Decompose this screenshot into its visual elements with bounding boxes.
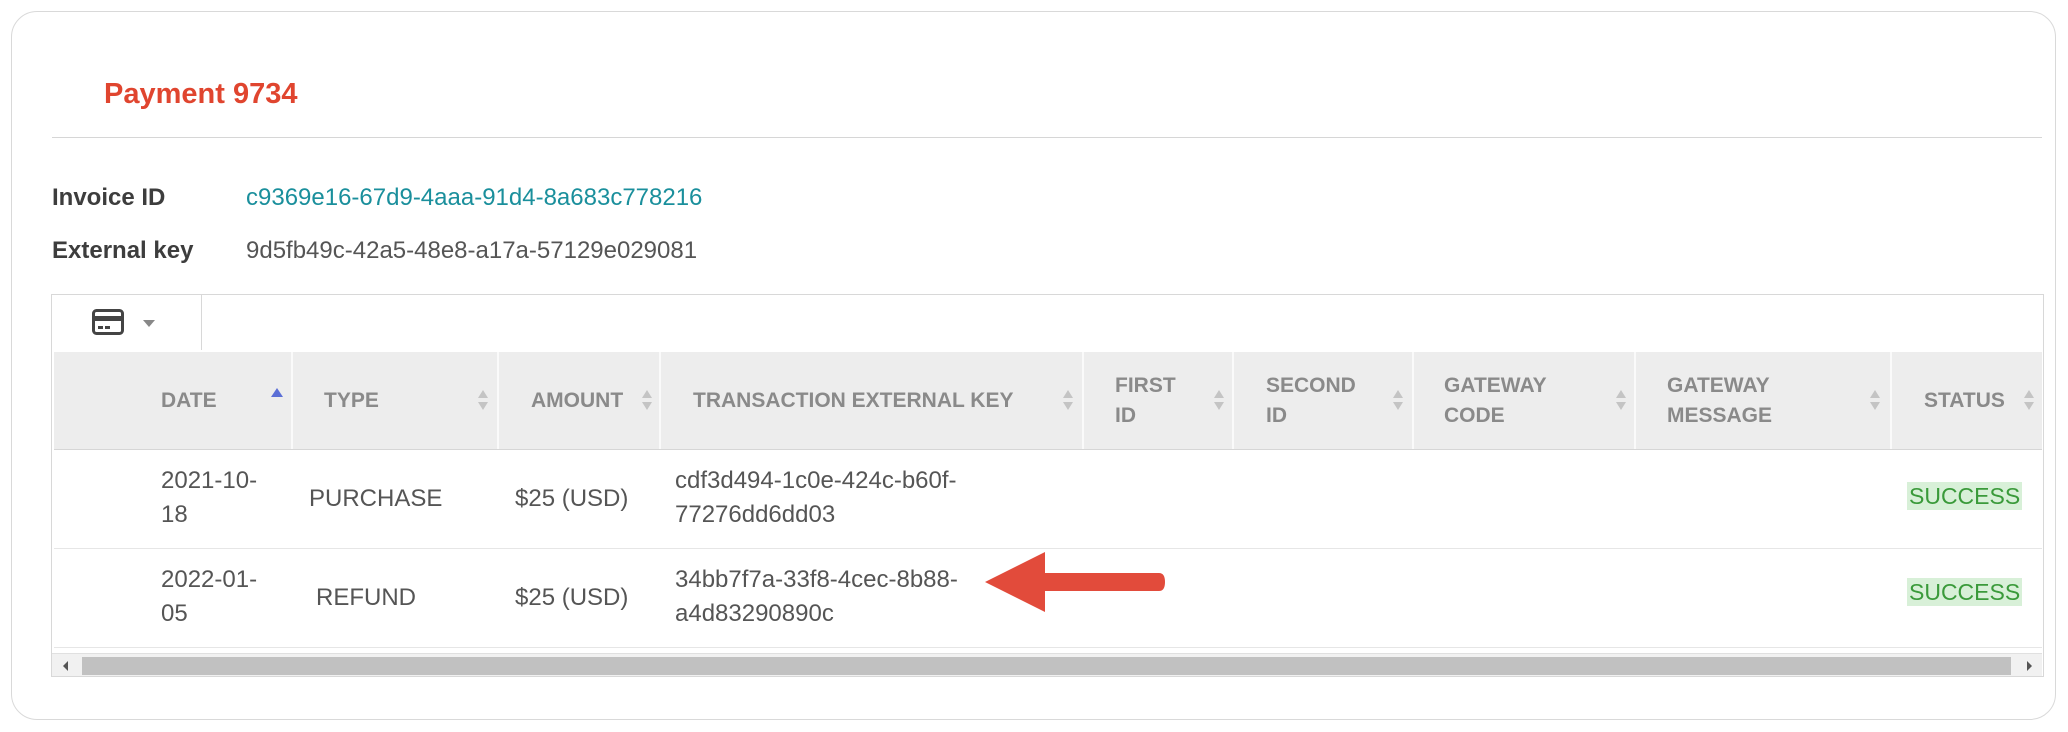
- column-header-type[interactable]: TYPE: [293, 352, 499, 449]
- column-header-second-id[interactable]: SECOND ID: [1234, 352, 1414, 449]
- transactions-table: DATE TYPE AMOUNT TRANSACTION EXTERNAL KE…: [51, 294, 2044, 677]
- column-header-label: MESSAGE: [1667, 404, 1773, 427]
- cell-amount: $25 (USD): [515, 485, 629, 512]
- sort-ascending-icon: [271, 388, 283, 397]
- cell-date: 05: [161, 600, 188, 627]
- red-arrow-icon: [985, 552, 1165, 612]
- scroll-right-icon: [2027, 661, 2032, 671]
- scroll-thumb[interactable]: [82, 657, 2011, 675]
- column-header-amount[interactable]: AMOUNT: [499, 352, 661, 449]
- column-header-transaction-external-key[interactable]: TRANSACTION EXTERNAL KEY: [661, 352, 1084, 449]
- cell-transaction-key: cdf3d494-1c0e-424c-b60f-: [675, 467, 957, 494]
- column-header-gateway-message[interactable]: GATEWAY MESSAGE: [1636, 352, 1892, 449]
- external-key-label: External key: [52, 237, 194, 264]
- cell-type: REFUND: [316, 584, 416, 611]
- credit-card-icon: [92, 309, 124, 335]
- column-header-label: ID: [1266, 404, 1287, 427]
- sort-unsorted-icon: [1214, 390, 1224, 410]
- sort-unsorted-icon: [1616, 390, 1626, 410]
- sort-unsorted-icon: [1063, 390, 1073, 410]
- invoice-id-label: Invoice ID: [52, 184, 166, 211]
- table-toolbar: [52, 295, 202, 350]
- caret-down-icon: [143, 320, 155, 327]
- column-visibility-dropdown[interactable]: [92, 305, 172, 341]
- sort-unsorted-icon: [478, 390, 488, 410]
- table-header: DATE TYPE AMOUNT TRANSACTION EXTERNAL KE…: [54, 352, 2042, 450]
- cell-transaction-key: a4d83290890c: [675, 600, 834, 627]
- cell-date: 2021-10-: [161, 467, 258, 494]
- column-header-label: DATE: [161, 389, 217, 412]
- scroll-left-icon: [63, 661, 68, 671]
- column-header-status[interactable]: STATUS: [1892, 352, 2042, 449]
- column-header-gateway-code[interactable]: GATEWAY CODE: [1414, 352, 1636, 449]
- invoice-id-link[interactable]: c9369e16-67d9-4aaa-91d4-8a683c778216: [246, 184, 702, 212]
- table-row[interactable]: 2021-10- 18 PURCHASE $25 (USD) cdf3d494-…: [54, 450, 2042, 549]
- cell-transaction-key: 34bb7f7a-33f8-4cec-8b88-: [675, 566, 958, 593]
- column-header-label: CODE: [1444, 404, 1505, 427]
- column-header-first-id[interactable]: FIRST ID: [1084, 352, 1234, 449]
- cell-transaction-key: 77276dd6dd03: [675, 501, 836, 528]
- cell-date: 18: [161, 501, 188, 528]
- scroll-right-button[interactable]: [2017, 654, 2041, 676]
- column-header-label: GATEWAY: [1667, 374, 1770, 397]
- column-header-label: AMOUNT: [531, 389, 624, 412]
- sort-unsorted-icon: [1393, 390, 1403, 410]
- external-key-value: 9d5fb49c-42a5-48e8-a17a-57129e029081: [246, 237, 698, 264]
- column-header-label: GATEWAY: [1444, 374, 1547, 397]
- column-header-date[interactable]: DATE: [54, 352, 293, 449]
- cell-type: PURCHASE: [309, 485, 443, 512]
- scroll-left-button[interactable]: [54, 654, 78, 676]
- column-header-label: TYPE: [324, 389, 379, 412]
- status-badge: SUCCESS: [1907, 482, 2023, 510]
- sort-unsorted-icon: [2024, 390, 2034, 410]
- status-badge: SUCCESS: [1907, 578, 2023, 606]
- column-header-label: ID: [1115, 404, 1136, 427]
- column-header-label: TRANSACTION EXTERNAL KEY: [693, 389, 1014, 412]
- column-header-label: STATUS: [1924, 389, 2005, 412]
- sort-unsorted-icon: [642, 390, 652, 410]
- column-header-label: SECOND: [1266, 374, 1356, 397]
- column-header-label: FIRST: [1115, 374, 1176, 397]
- page-title: Payment 9734: [104, 78, 298, 110]
- horizontal-scrollbar[interactable]: [52, 653, 2042, 676]
- title-divider: [52, 137, 2042, 138]
- cell-date: 2022-01-: [161, 566, 258, 593]
- cell-amount: $25 (USD): [515, 584, 629, 611]
- sort-unsorted-icon: [1870, 390, 1880, 410]
